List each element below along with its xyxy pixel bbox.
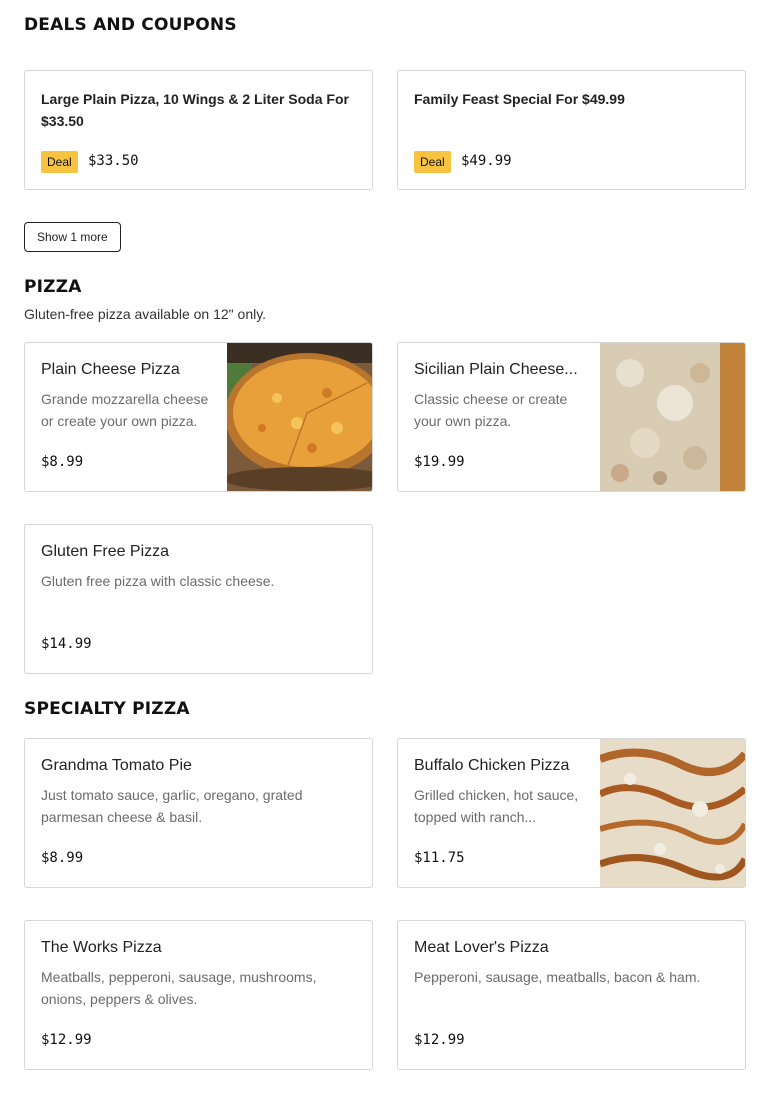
item-price: $11.75	[414, 850, 465, 866]
item-price: $8.99	[41, 454, 84, 470]
deal-card[interactable]: Large Plain Pizza, 10 Wings & 2 Liter So…	[24, 70, 373, 190]
item-description: Meatballs, pepperoni, sausage, mushrooms…	[41, 969, 317, 1007]
sicilian-pizza-image	[600, 343, 745, 491]
item-price: $12.99	[41, 1032, 92, 1048]
show-more-button[interactable]: Show 1 more	[24, 222, 121, 252]
item-description: Grilled chicken, hot sauce, topped with …	[414, 787, 579, 825]
deal-name: Large Plain Pizza, 10 Wings & 2 Liter So…	[41, 91, 349, 129]
plain-cheese-pizza-image	[227, 343, 372, 491]
menu-item-card[interactable]: Grandma Tomato Pie Just tomato sauce, ga…	[24, 738, 373, 888]
menu-item-card[interactable]: Buffalo Chicken Pizza Grilled chicken, h…	[397, 738, 746, 888]
item-description: Grande mozzarella cheese or create your …	[41, 391, 209, 429]
item-name: Sicilian Plain Cheese...	[414, 361, 578, 378]
item-price: $19.99	[414, 454, 465, 470]
item-name: Grandma Tomato Pie	[41, 757, 192, 774]
item-name: The Works Pizza	[41, 939, 162, 956]
deal-badge: Deal	[41, 151, 78, 173]
item-name: Buffalo Chicken Pizza	[414, 757, 570, 774]
pizza-section-title: PIZZA	[24, 277, 82, 297]
menu-item-card[interactable]: Gluten Free Pizza Gluten free pizza with…	[24, 524, 373, 674]
item-name: Meat Lover's Pizza	[414, 939, 549, 956]
deals-section-title: DEALS AND COUPONS	[24, 15, 237, 35]
deal-price: $49.99	[461, 153, 512, 169]
specialty-section-title: SPECIALTY PIZZA	[24, 699, 190, 719]
item-description: Just tomato sauce, garlic, oregano, grat…	[41, 787, 303, 825]
menu-item-card[interactable]: Plain Cheese Pizza Grande mozzarella che…	[24, 342, 373, 492]
item-price: $14.99	[41, 636, 92, 652]
menu-item-card[interactable]: Sicilian Plain Cheese... Classic cheese …	[397, 342, 746, 492]
item-price: $8.99	[41, 850, 84, 866]
menu-item-card[interactable]: Meat Lover's Pizza Pepperoni, sausage, m…	[397, 920, 746, 1070]
deal-price: $33.50	[88, 153, 139, 169]
pizza-section-subtitle: Gluten-free pizza available on 12" only.	[24, 306, 267, 322]
item-price: $12.99	[414, 1032, 465, 1048]
item-name: Plain Cheese Pizza	[41, 361, 180, 378]
buffalo-chicken-pizza-image	[600, 739, 745, 887]
deal-badge: Deal	[414, 151, 451, 173]
item-description: Classic cheese or create your own pizza.	[414, 391, 568, 429]
deal-card[interactable]: Family Feast Special For $49.99 Deal $49…	[397, 70, 746, 190]
item-description: Gluten free pizza with classic cheese.	[41, 573, 275, 589]
deal-name: Family Feast Special For $49.99	[414, 91, 625, 107]
menu-item-card[interactable]: The Works Pizza Meatballs, pepperoni, sa…	[24, 920, 373, 1070]
item-name: Gluten Free Pizza	[41, 543, 170, 560]
item-description: Pepperoni, sausage, meatballs, bacon & h…	[414, 969, 701, 985]
